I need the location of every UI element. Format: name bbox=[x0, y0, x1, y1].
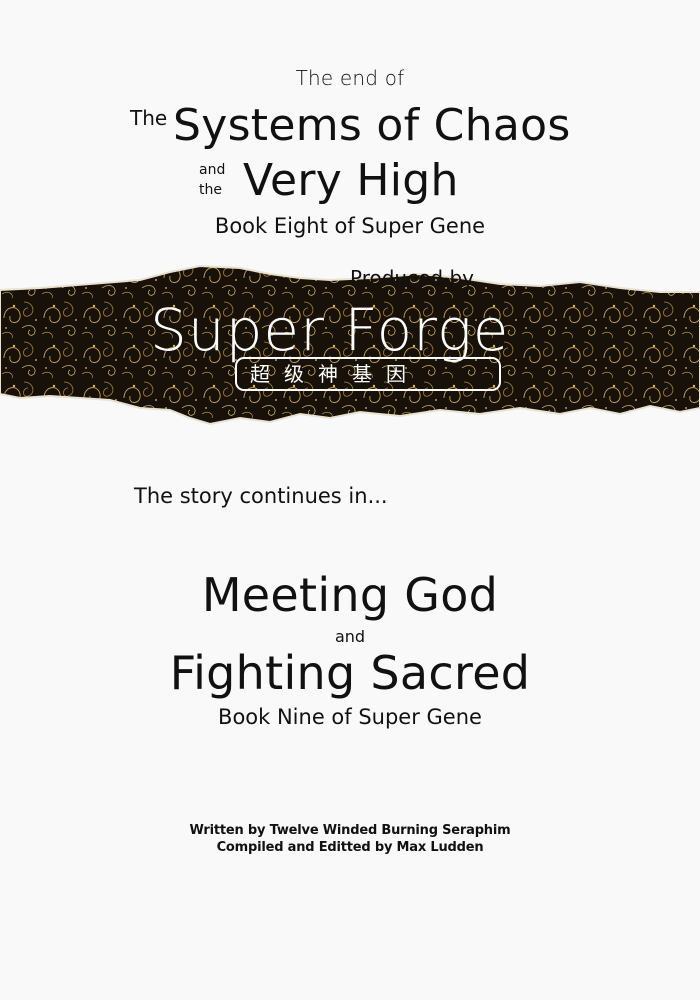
produced-by-label: Produced by bbox=[350, 266, 474, 290]
book-eight-subtitle: Book Eight of Super Gene bbox=[214, 214, 486, 238]
end-of-label: The end of bbox=[295, 66, 405, 90]
connector-the: the bbox=[199, 182, 222, 198]
chinese-title: 超级神基因 bbox=[250, 362, 420, 386]
story-continues-label: The story continues in... bbox=[134, 484, 388, 508]
book-eight-title-line2: Very High bbox=[243, 155, 459, 206]
title-the-prefix: The bbox=[130, 106, 168, 130]
book-eight-title-line1: Systems of Chaos bbox=[173, 100, 571, 151]
book-nine-title-line2: Fighting Sacred bbox=[169, 646, 531, 700]
book-nine-subtitle: Book Nine of Super Gene bbox=[218, 705, 482, 729]
editor-credit: Compiled and Editted by Max Ludden bbox=[216, 840, 484, 855]
author-credit: Written by Twelve Winded Burning Seraphi… bbox=[189, 823, 511, 838]
book-nine-title-connector: and bbox=[334, 627, 366, 646]
studio-logo-text: Super Forge bbox=[150, 296, 510, 364]
book-nine-title-line1: Meeting God bbox=[201, 568, 499, 622]
title-and-the-connector: and the bbox=[199, 160, 225, 200]
connector-and: and bbox=[199, 162, 226, 178]
